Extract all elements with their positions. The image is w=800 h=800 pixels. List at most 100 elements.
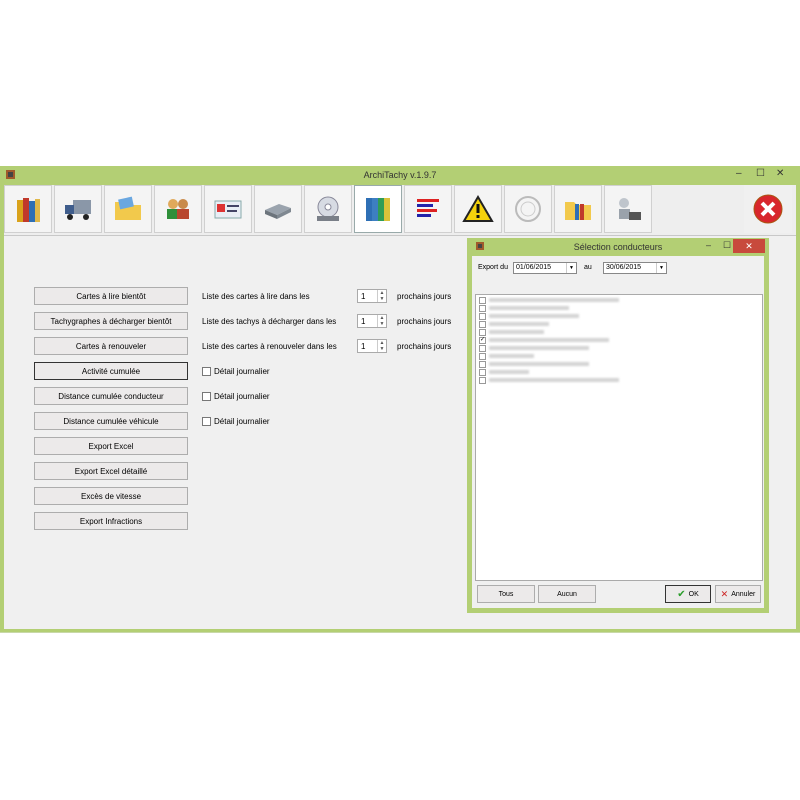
driver-selection-dialog: Sélection conducteurs – ☐ ✕ Export du 01… [467,238,769,613]
tool-folder-binders[interactable] [554,185,602,233]
tool-bars[interactable] [404,185,452,233]
driver-name-redacted [489,330,544,334]
select-none-button[interactable]: Aucun [538,585,596,603]
driver-checkbox[interactable] [479,313,486,320]
maximize-button[interactable]: ☐ [756,168,765,179]
cards-to-read-days-spinner[interactable]: 1 ▲ ▼ [357,289,387,303]
driver-checkbox-checked[interactable]: ✓ [479,337,486,344]
driver-name-redacted [489,298,619,302]
tool-folder[interactable] [104,185,152,233]
tool-binders[interactable] [354,185,402,233]
days-suffix-label: prochains jours [397,317,452,326]
dialog-title-bar: Sélection conducteurs – ☐ ✕ [467,238,769,254]
driver-checkbox[interactable] [479,361,486,368]
vehicle-distance-button[interactable]: Distance cumulée véhicule [34,412,188,430]
cumulated-activity-button[interactable]: Activité cumulée [34,362,188,380]
truck-icon [65,200,91,220]
chevron-down-icon[interactable]: ▼ [566,263,576,273]
window-close-button[interactable]: ✕ [776,168,784,179]
driver-checkbox[interactable] [479,305,486,312]
tachys-to-download-days-spinner[interactable]: 1 ▲ ▼ [357,314,387,328]
tool-card[interactable] [204,185,252,233]
driver-name-redacted [489,306,569,310]
daily-detail-label: Détail journalier [214,417,270,426]
tool-books[interactable] [4,185,52,233]
dialog-body: Export du 01/06/2015 ▼ au 30/06/2015 ▼ ✓… [472,256,764,608]
window-bottom-edge [0,632,800,633]
driver-checkbox[interactable] [479,377,486,384]
daily-detail-checkbox-activity[interactable] [202,367,211,376]
driver-name-redacted [489,314,579,318]
driver-name-redacted [489,362,589,366]
card-reader-icon [265,204,291,219]
ok-label: OK [688,590,699,598]
to-label: au [584,264,592,271]
tachographs-to-download-button[interactable]: Tachygraphes à décharger bientôt [34,312,188,330]
speeding-button[interactable]: Excès de vitesse [34,487,188,505]
driver-distance-button[interactable]: Distance cumulée conducteur [34,387,188,405]
tool-warning[interactable] [454,185,502,233]
cards-to-renew-days-spinner[interactable]: 1 ▲ ▼ [357,339,387,353]
tool-stamp[interactable] [504,185,552,233]
window-title: ArchiTachy v.1.9.7 [363,170,437,180]
driver-checkbox[interactable] [479,321,486,328]
binders-icon [366,198,390,221]
driver-checkbox[interactable] [479,345,486,352]
dialog-minimize-button[interactable]: – [706,240,711,250]
date-from-picker[interactable]: 01/06/2015 ▼ [513,262,577,274]
spinner-arrows-icon[interactable]: ▲ ▼ [377,315,386,327]
bars-icon [417,199,439,217]
export-excel-button[interactable]: Export Excel [34,437,188,455]
date-to-value: 30/06/2015 [606,264,642,271]
tool-truck[interactable] [54,185,102,233]
cards-to-renew-button[interactable]: Cartes à renouveler [34,337,188,355]
chevron-down-icon[interactable]: ▼ [656,263,666,273]
daily-detail-checkbox-vehicle[interactable] [202,417,211,426]
stamp-icon [515,196,541,222]
driver-name-redacted [489,346,589,350]
driver-checkbox[interactable] [479,353,486,360]
export-from-label: Export du [478,264,508,271]
spinner-value: 1 [361,342,366,351]
spinner-arrows-icon[interactable]: ▲ ▼ [377,340,386,352]
folder-icon [115,196,141,220]
ok-button[interactable]: ✔ OK [665,585,711,603]
cancel-label: Annuler [731,590,756,598]
close-icon [753,194,783,224]
daily-detail-checkbox-driver[interactable] [202,392,211,401]
cards-to-read-label: Liste des cartes à lire dans les [202,292,310,301]
daily-detail-label: Détail journalier [214,367,270,376]
minimize-button[interactable]: – [736,168,742,179]
driver-checkbox[interactable] [479,369,486,376]
warning-icon [462,195,494,222]
date-to-picker[interactable]: 30/06/2015 ▼ [603,262,667,274]
driver-name-redacted [489,322,549,326]
tool-drivers[interactable] [154,185,202,233]
spinner-value: 1 [361,317,366,326]
cancel-button[interactable]: ✕ Annuler [715,585,761,603]
cards-to-read-button[interactable]: Cartes à lire bientôt [34,287,188,305]
driver-checkbox[interactable] [479,329,486,336]
dialog-maximize-button[interactable]: ☐ [723,240,731,251]
spinner-arrows-icon[interactable]: ▲ ▼ [377,290,386,302]
export-excel-detailed-button[interactable]: Export Excel détaillé [34,462,188,480]
date-from-value: 01/06/2015 [516,264,552,271]
driver-checkbox[interactable] [479,297,486,304]
dialog-close-button[interactable]: ✕ [733,239,765,253]
export-infractions-button[interactable]: Export Infractions [34,512,188,530]
driver-name-redacted [489,338,609,342]
checkmark-icon: ✔ [677,588,686,600]
tool-card-reader[interactable] [254,185,302,233]
tachys-to-download-label: Liste des tachys à décharger dans les [202,317,337,326]
days-suffix-label: prochains jours [397,292,452,301]
toolbar [4,185,796,235]
app-close-button[interactable] [744,185,792,233]
driver-list[interactable]: ✓ [475,294,763,581]
tool-support[interactable] [604,185,652,233]
cards-to-renew-label: Liste des cartes à renouveler dans les [202,342,337,351]
days-suffix-label: prochains jours [397,342,452,351]
select-all-button[interactable]: Tous [477,585,535,603]
driver-name-redacted [489,378,619,382]
tool-disc[interactable] [304,185,352,233]
support-icon [619,198,641,220]
